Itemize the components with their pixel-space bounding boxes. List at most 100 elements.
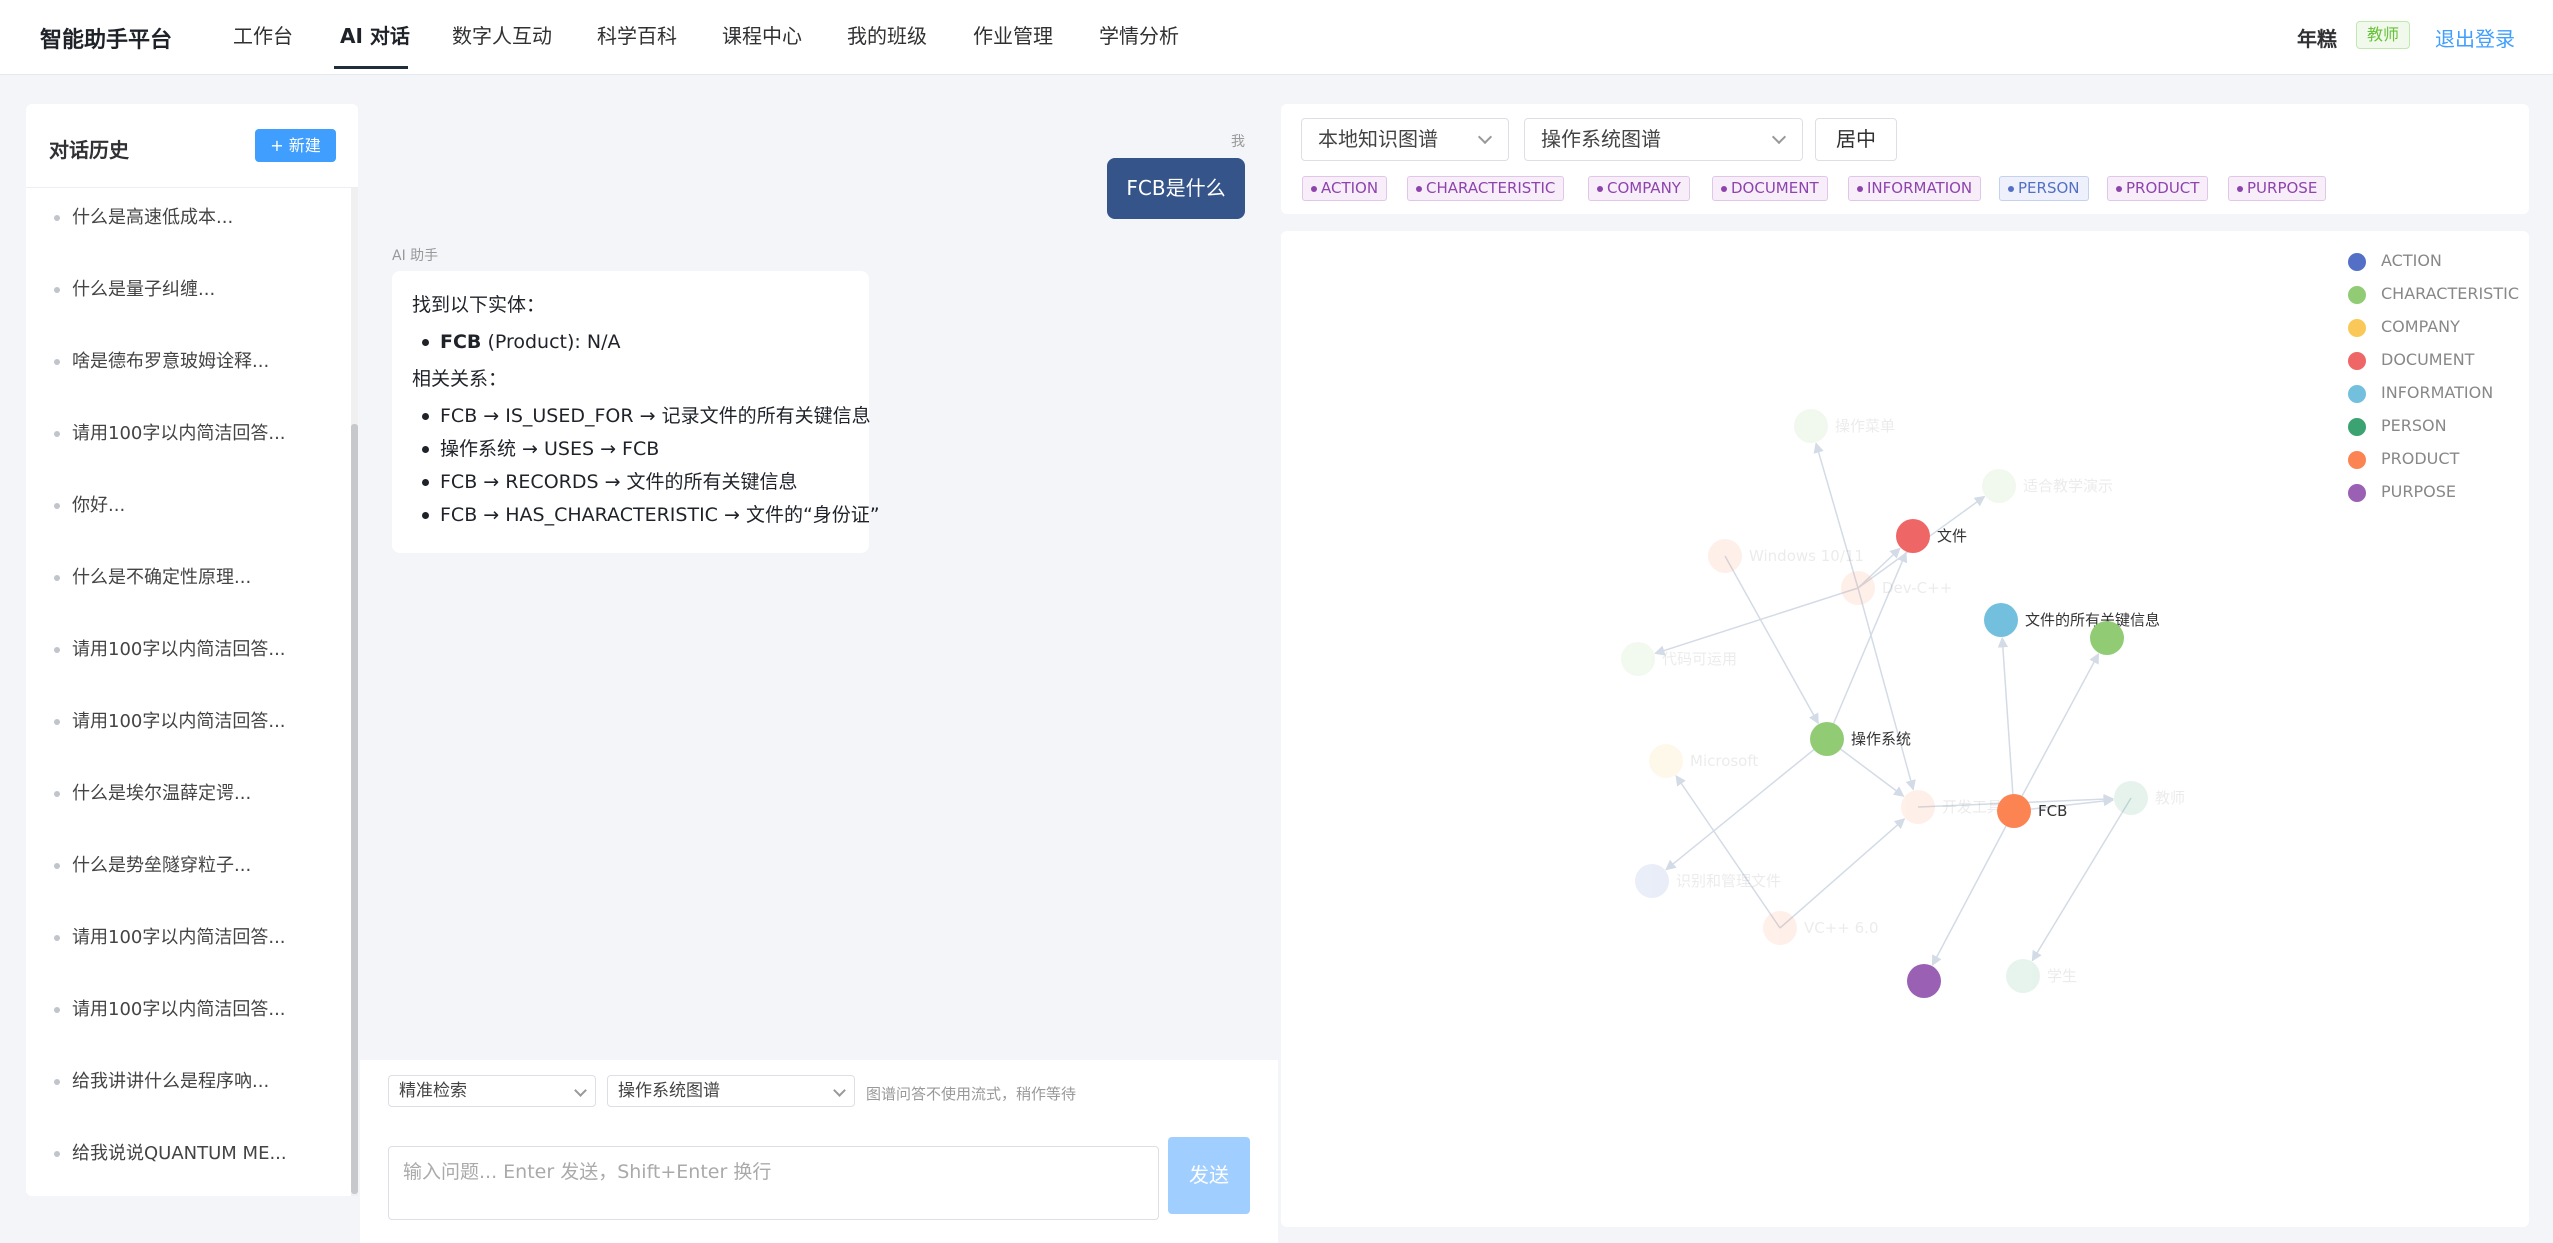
graph-node-circle[interactable]	[1621, 642, 1655, 676]
graph-node[interactable]: Windows 10/11	[1708, 539, 1864, 573]
tag-document[interactable]: DOCUMENT	[1712, 176, 1828, 201]
graph-svg[interactable]: 操作菜单适合教学演示文件 Windows 10/11 Dev-C++ 文件的所有关键信…	[1281, 231, 2529, 1227]
tag-action[interactable]: ACTION	[1302, 176, 1388, 201]
graph-node[interactable]: Microsoft	[1649, 744, 1758, 778]
history-item-label: 你好...	[72, 495, 126, 516]
nav-item-analytics[interactable]: 学情分析	[1099, 20, 1179, 49]
history-item[interactable]: 请用100字以内简洁回答...	[54, 635, 334, 675]
nav-item-course-center[interactable]: 课程中心	[722, 20, 802, 49]
tag-company[interactable]: COMPANY	[1588, 176, 1690, 201]
graph-source-select[interactable]: 本地知识图谱	[1301, 118, 1509, 161]
entity-detail: (Product): N/A	[481, 331, 621, 353]
knowledge-graph-canvas[interactable]: 操作菜单 适合教学演示 文件 Windows 10/11 Dev-C++ 文件的所有关键信…	[1281, 231, 2529, 1227]
nav-item-digital-human[interactable]: 数字人互动	[452, 20, 552, 49]
history-item[interactable]: 什么是埃尔温薛定谔...	[54, 779, 334, 819]
graph-node[interactable]: VC++ 6.0	[1763, 911, 1879, 945]
graph-node[interactable]: 教师	[2114, 781, 2185, 815]
graph-node[interactable]: 代码可运用	[1621, 642, 1737, 676]
tag-information[interactable]: INFORMATION	[1848, 176, 1982, 201]
chevron-down-icon	[574, 1084, 587, 1097]
graph-node-label: 代码可运用	[1662, 650, 1737, 668]
nav-item-science-wiki[interactable]: 科学百科	[597, 20, 677, 49]
history-item[interactable]: 你好...	[54, 491, 334, 531]
chat-graph-select[interactable]: 操作系统图谱	[607, 1075, 855, 1107]
chat-input-area: 精准检索 操作系统图谱 图谱问答不使用流式，稍作等待 输入问题... Enter…	[360, 1060, 1278, 1243]
history-item[interactable]: 什么是势垒隧穿粒子...	[54, 851, 334, 891]
graph-edge	[2031, 797, 2132, 962]
center-button[interactable]: 居中	[1815, 118, 1897, 161]
graph-edge	[1654, 587, 1859, 656]
history-item[interactable]: 给我讲讲什么是程序吶...	[54, 1067, 334, 1107]
send-button[interactable]: 发送	[1168, 1137, 1250, 1214]
scrollbar-thumb[interactable]	[351, 424, 358, 1194]
legend-swatch	[2348, 286, 2366, 304]
history-item-label: 给我讲讲什么是程序吶...	[72, 1071, 270, 1092]
graph-node-circle[interactable]	[1896, 519, 1930, 553]
history-item[interactable]: 请用100字以内简洁回答...	[54, 419, 334, 459]
history-item-label: 什么是量子纠缠...	[72, 279, 216, 300]
graph-node-circle[interactable]	[1763, 911, 1797, 945]
graph-node-circle[interactable]	[2006, 959, 2040, 993]
logout-link[interactable]: 退出登录	[2435, 23, 2515, 52]
graph-node[interactable]: 适合教学演示	[1982, 469, 2113, 503]
tag-purpose[interactable]: PURPOSE	[2228, 176, 2327, 201]
bullet-icon	[54, 1079, 60, 1085]
graph-node-circle[interactable]	[1708, 539, 1742, 573]
history-item[interactable]: 什么是高速低成本...	[54, 203, 334, 243]
history-item-label: 请用100字以内简洁回答...	[72, 927, 286, 948]
history-item[interactable]: 请用100字以内简洁回答...	[54, 923, 334, 963]
graph-toolbar: 本地知识图谱 操作系统图谱 居中 ACTION CHARACTERISTIC C…	[1281, 104, 2529, 214]
tag-product[interactable]: PRODUCT	[2107, 176, 2209, 201]
tag-characteristic[interactable]: CHARACTERISTIC	[1407, 176, 1565, 201]
graph-node-circle[interactable]	[1841, 571, 1875, 605]
history-item[interactable]: 什么是量子纠缠...	[54, 275, 334, 315]
graph-node[interactable]: 识别和管理文件	[1635, 864, 1781, 898]
graph-node-label: 操作系统	[1851, 730, 1911, 748]
history-item[interactable]: 啥是德布罗意玻姆诠释...	[54, 347, 334, 387]
graph-node-circle[interactable]	[1982, 469, 2016, 503]
graph-node[interactable]	[2090, 621, 2124, 655]
new-chat-button[interactable]: + 新建	[255, 129, 336, 162]
legend-swatch	[2348, 484, 2366, 502]
history-item[interactable]: 给我说说QUANTUM ME...	[54, 1139, 334, 1179]
graph-node[interactable]: 学生	[2006, 959, 2077, 993]
search-mode-select[interactable]: 精准检索	[388, 1075, 596, 1107]
entity-item: FCB (Product): N/A	[422, 326, 849, 359]
relation-list: FCB → IS_USED_FOR → 记录文件的所有关键信息 操作系统 → U…	[412, 400, 880, 532]
graph-node-circle[interactable]	[1984, 603, 2018, 637]
graph-name-select[interactable]: 操作系统图谱	[1524, 118, 1803, 161]
graph-node[interactable]: 文件	[1896, 519, 1967, 553]
chevron-down-icon	[1477, 129, 1493, 145]
graph-node-circle[interactable]	[2090, 621, 2124, 655]
history-item-label: 什么是势垒隧穿粒子...	[72, 855, 252, 876]
nav-item-ai-chat[interactable]: AI 对话	[340, 20, 410, 49]
graph-node-circle[interactable]	[1901, 790, 1935, 824]
user-message-bubble: FCB是什么	[1107, 158, 1245, 219]
graph-node-circle[interactable]	[1907, 964, 1941, 998]
graph-node-circle[interactable]	[2114, 781, 2148, 815]
graph-node-circle[interactable]	[1649, 744, 1683, 778]
graph-node[interactable]: 文件的所有关键信息	[1984, 603, 2160, 637]
history-item[interactable]: 请用100字以内简洁回答...	[54, 707, 334, 747]
legend-label: INFORMATION	[2381, 383, 2494, 402]
bullet-icon	[54, 935, 60, 941]
graph-node[interactable]: FCB	[1997, 794, 2067, 828]
graph-node-circle[interactable]	[1997, 794, 2031, 828]
tag-person[interactable]: PERSON	[1999, 176, 2089, 201]
history-item[interactable]: 请用100字以内简洁回答...	[54, 995, 334, 1035]
message-input[interactable]: 输入问题... Enter 发送，Shift+Enter 换行	[388, 1146, 1159, 1220]
graph-node-label: 操作菜单	[1835, 417, 1895, 435]
history-item[interactable]: 什么是不确定性原理...	[54, 563, 334, 603]
graph-node-circle[interactable]	[1810, 722, 1844, 756]
graph-node-circle[interactable]	[1794, 409, 1828, 443]
nav-item-homework[interactable]: 作业管理	[973, 20, 1053, 49]
graph-node[interactable]	[1907, 964, 1941, 998]
graph-node[interactable]: 开发工具	[1901, 790, 2002, 824]
nav-item-my-class[interactable]: 我的班级	[847, 20, 927, 49]
graph-node[interactable]: 操作菜单	[1794, 409, 1895, 443]
bullet-icon	[54, 503, 60, 509]
bullet-icon	[54, 575, 60, 581]
graph-node-circle[interactable]	[1635, 864, 1669, 898]
nav-item-workbench[interactable]: 工作台	[233, 20, 293, 49]
relation-item: FCB → IS_USED_FOR → 记录文件的所有关键信息	[422, 400, 871, 433]
